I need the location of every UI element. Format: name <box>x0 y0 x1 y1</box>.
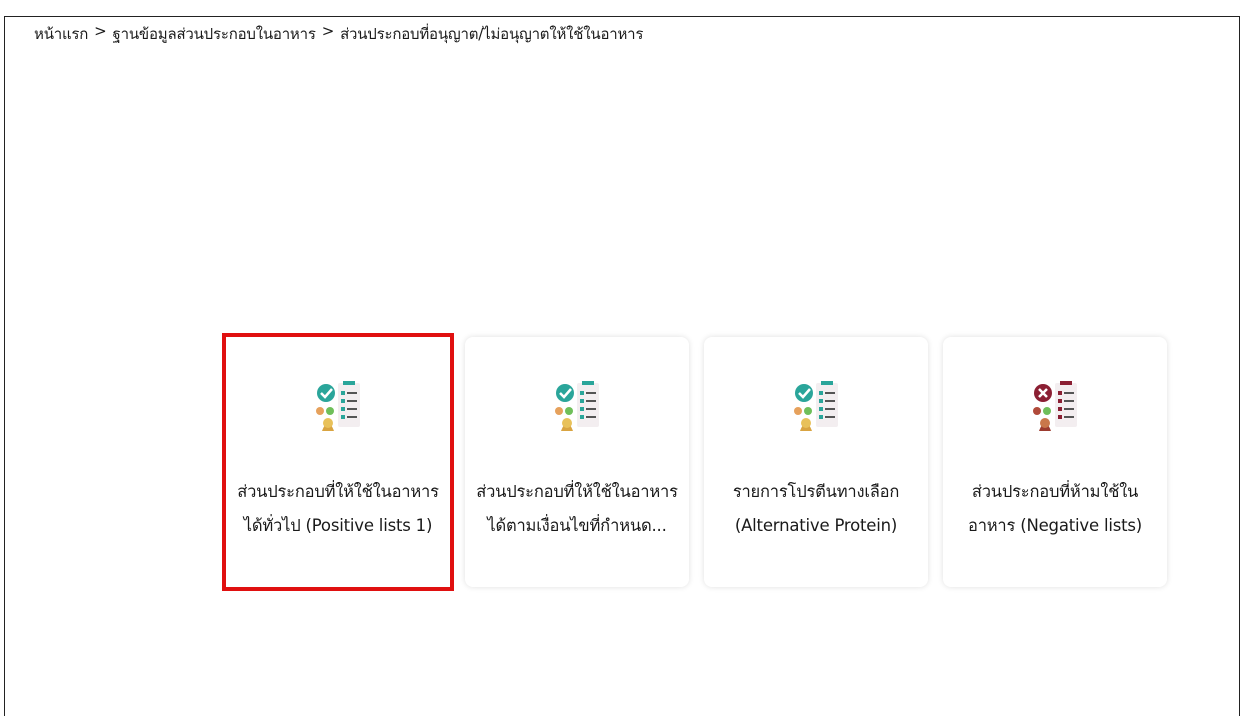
checklist-rejected-icon <box>1033 381 1077 431</box>
card-label-line2: ได้ตามเงื่อนไขที่กำหนด... <box>487 516 667 535</box>
category-cards: ส่วนประกอบที่ให้ใช้ในอาหาร ได้ทั่วไป (Po… <box>222 333 1167 591</box>
breadcrumb-separator: > <box>321 22 335 40</box>
card-label-line1: ส่วนประกอบที่ให้ใช้ในอาหาร <box>237 482 439 501</box>
breadcrumb: หน้าแรก > ฐานข้อมูลส่วนประกอบในอาหาร > ส… <box>34 22 643 46</box>
card-alternative-protein[interactable]: รายการโปรตีนทางเลือก (Alternative Protei… <box>704 337 928 587</box>
card-label: ส่วนประกอบที่ให้ใช้ในอาหาร ได้ตามเงื่อนไ… <box>470 475 684 543</box>
card-label-line1: ส่วนประกอบที่ห้ามใช้ใน <box>971 482 1139 501</box>
card-label: ส่วนประกอบที่ห้ามใช้ใน อาหาร (Negative l… <box>962 475 1148 543</box>
card-label: ส่วนประกอบที่ให้ใช้ในอาหาร ได้ทั่วไป (Po… <box>231 475 445 543</box>
card-positive-lists-1[interactable]: ส่วนประกอบที่ให้ใช้ในอาหาร ได้ทั่วไป (Po… <box>222 333 454 591</box>
checklist-approved-icon <box>316 381 360 431</box>
card-label: รายการโปรตีนทางเลือก (Alternative Protei… <box>727 475 905 543</box>
card-label-line1: ส่วนประกอบที่ให้ใช้ในอาหาร <box>476 482 678 501</box>
breadcrumb-food-ingredient-database[interactable]: ฐานข้อมูลส่วนประกอบในอาหาร <box>113 22 316 46</box>
breadcrumb-current-page: ส่วนประกอบที่อนุญาต/ไม่อนุญาตให้ใช้ในอาห… <box>340 25 644 43</box>
card-label-line2: อาหาร (Negative lists) <box>967 516 1143 535</box>
checklist-approved-icon <box>555 381 599 431</box>
checklist-approved-icon <box>794 381 838 431</box>
card-label-line2: ได้ทั่วไป (Positive lists 1) <box>243 516 433 535</box>
breadcrumb-separator: > <box>94 22 107 40</box>
card-negative-lists[interactable]: ส่วนประกอบที่ห้ามใช้ใน อาหาร (Negative l… <box>943 337 1167 587</box>
card-positive-lists-conditional[interactable]: ส่วนประกอบที่ให้ใช้ในอาหาร ได้ตามเงื่อนไ… <box>465 337 689 587</box>
breadcrumb-home[interactable]: หน้าแรก <box>34 22 88 46</box>
card-label-line2: (Alternative Protein) <box>734 516 898 535</box>
card-label-line1: รายการโปรตีนทางเลือก <box>732 482 900 501</box>
